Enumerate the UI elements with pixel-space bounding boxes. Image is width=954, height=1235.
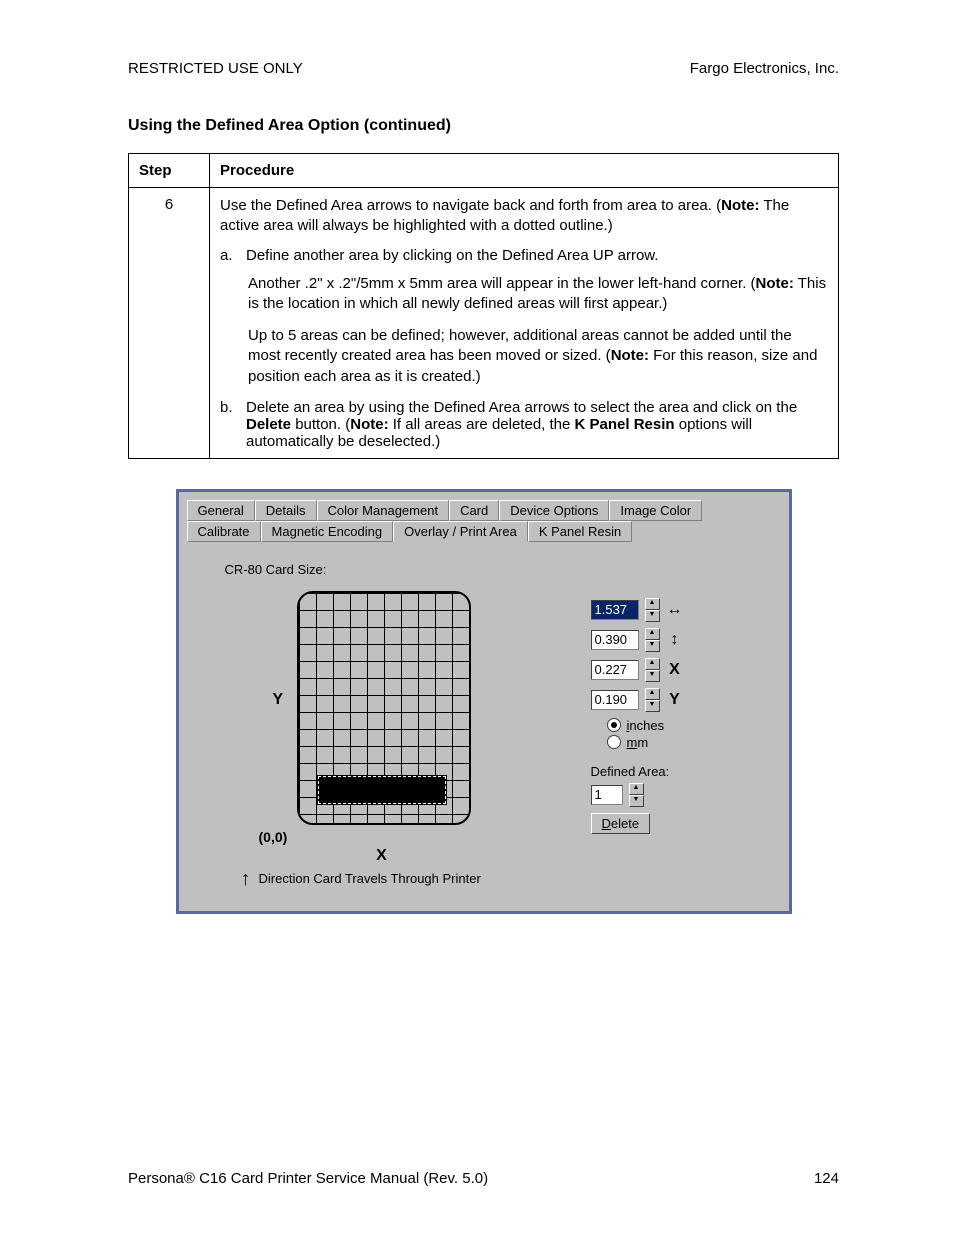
tab-details[interactable]: Details: [255, 500, 317, 521]
procedure-table: Step Procedure 6 Use the Defined Area ar…: [128, 153, 839, 459]
direction-text: Direction Card Travels Through Printer: [259, 871, 481, 886]
header-right: Fargo Electronics, Inc.: [690, 60, 839, 77]
width-up[interactable]: ▲: [645, 598, 660, 610]
tab-image-color[interactable]: Image Color: [609, 500, 702, 521]
height-input[interactable]: [591, 630, 639, 650]
footer-left: Persona® C16 Card Printer Service Manual…: [128, 1170, 488, 1187]
tab-magnetic-encoding[interactable]: Magnetic Encoding: [261, 521, 394, 542]
print-area-dialog: GeneralDetailsColor ManagementCardDevice…: [176, 489, 792, 914]
tab-overlay-print-area[interactable]: Overlay / Print Area: [393, 521, 528, 542]
tab-calibrate[interactable]: Calibrate: [187, 521, 261, 542]
defined-area-rect[interactable]: [317, 775, 447, 805]
width-icon: ↔: [666, 601, 684, 619]
width-down[interactable]: ▼: [645, 610, 660, 622]
unit-mm-radio[interactable]: mm: [607, 735, 771, 750]
origin-label: (0,0): [259, 829, 517, 845]
height-up[interactable]: ▲: [645, 628, 660, 640]
defined-area-input[interactable]: [591, 785, 623, 805]
col-procedure: Procedure: [210, 154, 839, 188]
step-number: 6: [129, 188, 210, 459]
height-down[interactable]: ▼: [645, 640, 660, 652]
y-input[interactable]: [591, 690, 639, 710]
tab-k-panel-resin[interactable]: K Panel Resin: [528, 521, 632, 542]
header-left: RESTRICTED USE ONLY: [128, 60, 303, 77]
y-icon: Y: [666, 691, 684, 709]
section-title: Using the Defined Area Option (continued…: [128, 117, 839, 135]
defined-area-label: Defined Area:: [591, 764, 771, 779]
x-input[interactable]: [591, 660, 639, 680]
height-icon: ↕: [666, 631, 684, 649]
page-number: 124: [814, 1170, 839, 1187]
card-size-label: CR-80 Card Size:: [225, 562, 591, 577]
x-down[interactable]: ▼: [645, 670, 660, 682]
delete-button[interactable]: Delete: [591, 813, 651, 834]
x-axis-label: X: [297, 847, 467, 865]
page-footer: Persona® C16 Card Printer Service Manual…: [128, 1170, 839, 1187]
tab-device-options[interactable]: Device Options: [499, 500, 609, 521]
defined-area-down[interactable]: ▼: [629, 795, 644, 807]
y-up[interactable]: ▲: [645, 688, 660, 700]
x-up[interactable]: ▲: [645, 658, 660, 670]
col-step: Step: [129, 154, 210, 188]
width-input[interactable]: [591, 600, 639, 620]
x-icon: X: [666, 661, 684, 679]
card-preview-grid[interactable]: [297, 591, 471, 825]
tab-general[interactable]: General: [187, 500, 255, 521]
y-axis-label: Y: [273, 691, 284, 709]
tab-strip: GeneralDetailsColor ManagementCardDevice…: [187, 500, 781, 542]
page-header: RESTRICTED USE ONLY Fargo Electronics, I…: [128, 60, 839, 77]
procedure-cell: Use the Defined Area arrows to navigate …: [210, 188, 839, 459]
unit-inches-radio[interactable]: inches: [607, 718, 771, 733]
defined-area-up[interactable]: ▲: [629, 783, 644, 795]
direction-arrow-icon: ↑: [241, 869, 251, 889]
tab-card[interactable]: Card: [449, 500, 499, 521]
y-down[interactable]: ▼: [645, 700, 660, 712]
tab-color-management[interactable]: Color Management: [317, 500, 450, 521]
